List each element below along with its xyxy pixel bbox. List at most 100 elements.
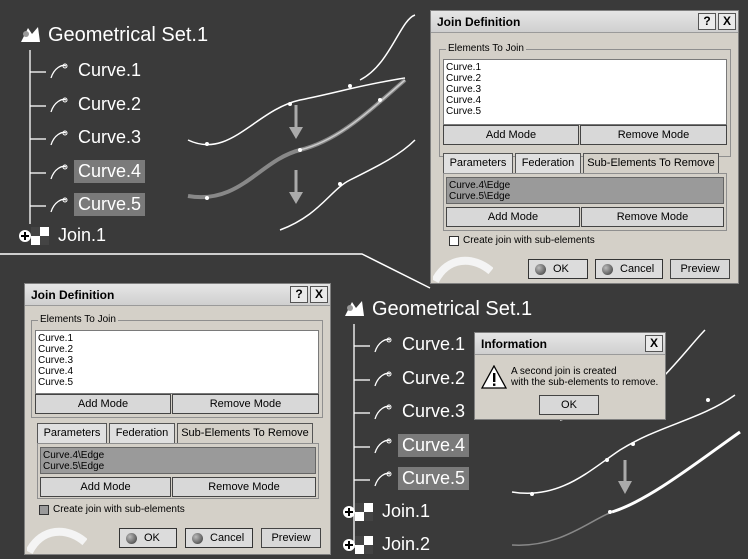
sub-remove-mode-button[interactable]: Remove Mode <box>581 207 724 227</box>
list-item[interactable]: Curve.3 <box>38 355 316 366</box>
tree-item-curve-1[interactable]: Curve.1 <box>48 58 168 86</box>
list-item[interactable]: Curve.1 <box>38 333 316 344</box>
list-item[interactable]: Curve.4 <box>38 366 316 377</box>
create-join-checkbox[interactable]: Create join with sub-elements <box>39 504 239 518</box>
elements-list[interactable]: Curve.1 Curve.2 Curve.3 Curve.4 Curve.5 <box>443 59 727 125</box>
list-item[interactable]: Curve.5 <box>38 377 316 388</box>
cancel-button[interactable]: Cancel <box>185 528 253 548</box>
remove-mode-button[interactable]: Remove Mode <box>172 394 319 414</box>
list-item[interactable]: Curve.5\Edge <box>43 461 313 472</box>
curve-icon <box>50 164 68 180</box>
tree-item-curve-4[interactable]: Curve.4 <box>372 433 492 461</box>
close-button[interactable]: X <box>718 13 736 30</box>
preview-button[interactable]: Preview <box>261 528 321 548</box>
dialog-title: Information <box>481 337 547 351</box>
spec-tree-top: Geometrical Set.1 Curve.1 Curve.2 Curve.… <box>18 24 248 254</box>
list-item[interactable]: Curve.1 <box>446 62 724 73</box>
ok-button[interactable]: OK <box>539 395 599 415</box>
tree-item-label: Join.1 <box>382 501 431 521</box>
help-button[interactable]: ? <box>290 286 308 303</box>
tab-parameters[interactable]: Parameters <box>37 423 107 443</box>
checkbox-label: Create join with sub-elements <box>53 504 185 515</box>
list-item[interactable]: Curve.5 <box>446 106 724 117</box>
list-item[interactable]: Curve.4\Edge <box>449 180 721 191</box>
warning-icon <box>481 365 507 389</box>
curve-vertex <box>288 102 292 106</box>
join-icon <box>31 227 49 245</box>
screenshot-canvas: Geometrical Set.1 Curve.1 Curve.2 Curve.… <box>0 0 748 559</box>
curve-icon <box>374 438 392 454</box>
tab-federation[interactable]: Federation <box>109 423 175 443</box>
tree-item-curve-5[interactable]: Curve.5 <box>48 192 168 220</box>
add-mode-button[interactable]: Add Mode <box>443 125 579 145</box>
curve-vertex <box>298 148 302 152</box>
curve-icon <box>50 63 68 79</box>
cancel-button[interactable]: Cancel <box>595 259 663 279</box>
checkbox-box[interactable] <box>39 505 49 515</box>
list-item[interactable]: Curve.4\Edge <box>43 450 313 461</box>
preview-button[interactable]: Preview <box>670 259 730 279</box>
catia-swirl-logo <box>433 256 493 283</box>
tree-item-label: Curve.2 <box>402 368 466 388</box>
ok-button[interactable]: OK <box>119 528 177 548</box>
tab-parameters[interactable]: Parameters <box>443 153 513 173</box>
curve-icon <box>374 471 392 487</box>
tree-item-curve-5[interactable]: Curve.5 <box>372 466 492 494</box>
dialog-titlebar: Information X <box>475 333 665 355</box>
sub-remove-mode-button[interactable]: Remove Mode <box>172 477 316 497</box>
tree-item-label-selected: Curve.4 <box>74 160 146 183</box>
checkbox-box[interactable] <box>449 236 459 246</box>
cancel-icon <box>602 264 613 275</box>
group-label: Elements To Join <box>446 43 526 54</box>
tree-item-join-1[interactable]: Join.1 <box>18 224 128 250</box>
tree-item-join-2[interactable]: Join.2 <box>342 533 452 559</box>
sub-add-mode-button[interactable]: Add Mode <box>446 207 580 227</box>
list-item[interactable]: Curve.5\Edge <box>449 191 721 202</box>
list-item[interactable]: Curve.4 <box>446 95 724 106</box>
dialog-titlebar: Join Definition ? X <box>25 284 330 306</box>
tree-item-label: Curve.2 <box>78 94 142 114</box>
curve-icon <box>50 97 68 113</box>
tab-sub-elements[interactable]: Sub-Elements To Remove <box>177 423 313 443</box>
list-item[interactable]: Curve.2 <box>446 73 724 84</box>
tab-federation[interactable]: Federation <box>515 153 581 173</box>
information-dialog: Information X A second join is created w… <box>474 332 666 420</box>
tree-item-curve-4[interactable]: Curve.4 <box>48 159 168 187</box>
tree-item-label: Curve.3 <box>78 127 142 147</box>
tree-item-curve-2[interactable]: Curve.2 <box>48 92 168 120</box>
sub-elements-list[interactable]: Curve.4\Edge Curve.5\Edge <box>446 177 724 204</box>
tab-sub-elements[interactable]: Sub-Elements To Remove <box>583 153 719 173</box>
remove-mode-button[interactable]: Remove Mode <box>580 125 727 145</box>
ok-button[interactable]: OK <box>528 259 588 279</box>
join-icon <box>355 536 373 554</box>
close-button[interactable]: X <box>310 286 328 303</box>
curve-vertex <box>378 98 382 102</box>
sub-elements-list[interactable]: Curve.4\Edge Curve.5\Edge <box>40 447 316 474</box>
curve-5-top <box>279 139 416 231</box>
tree-item-label-selected: Curve.5 <box>398 467 470 490</box>
curve-icon <box>374 371 392 387</box>
down-arrow-icon <box>289 105 303 139</box>
sub-add-mode-button[interactable]: Add Mode <box>40 477 171 497</box>
curve-icon <box>50 197 68 213</box>
elements-list[interactable]: Curve.1 Curve.2 Curve.3 Curve.4 Curve.5 <box>35 330 319 394</box>
help-button[interactable]: ? <box>698 13 716 30</box>
tree-item-label: Curve.3 <box>402 401 466 421</box>
curve-vertex <box>605 458 609 462</box>
info-message-line1: A second join is created <box>511 366 617 377</box>
ok-label: OK <box>553 263 569 275</box>
tree-item-join-1[interactable]: Join.1 <box>342 500 452 526</box>
curve-vertex <box>338 182 342 186</box>
info-message-line2: with the sub-elements to remove. <box>511 377 659 388</box>
curve-1-top <box>359 14 416 81</box>
close-button[interactable]: X <box>645 335 663 352</box>
add-mode-button[interactable]: Add Mode <box>35 394 171 414</box>
create-join-checkbox[interactable]: Create join with sub-elements <box>449 235 649 249</box>
list-item[interactable]: Curve.3 <box>446 84 724 95</box>
tree-item-label: Curve.1 <box>402 334 466 354</box>
curve-icon <box>374 337 392 353</box>
join-icon <box>355 503 373 521</box>
curve-4-top <box>299 79 406 151</box>
list-item[interactable]: Curve.2 <box>38 344 316 355</box>
tree-item-curve-3[interactable]: Curve.3 <box>48 125 168 153</box>
